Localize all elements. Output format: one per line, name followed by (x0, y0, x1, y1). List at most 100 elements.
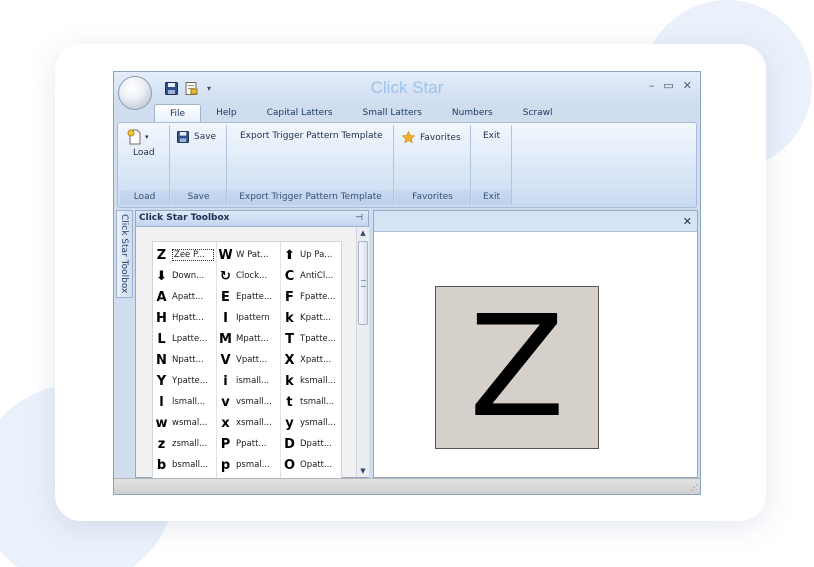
ribbon-group-favorites: Favorites Favorites (395, 125, 471, 205)
pattern-item[interactable]: L Lpatte... (153, 329, 215, 349)
tab-capital-latters[interactable]: Capital Latters (252, 104, 348, 123)
pattern-preview: Z (435, 286, 599, 449)
pattern-item[interactable]: t tsmall... (281, 392, 341, 412)
pattern-item[interactable]: E Epatte... (217, 287, 279, 307)
pattern-item[interactable]: x xsmall... (217, 413, 279, 433)
pattern-item[interactable]: ⬇ Down... (153, 266, 215, 286)
application-orb-button[interactable] (118, 76, 152, 110)
pattern-glyph-icon: M (219, 331, 232, 347)
pattern-label: Ypatte... (172, 376, 208, 386)
minimize-button[interactable]: – (649, 79, 655, 92)
pattern-glyph-icon: F (285, 289, 294, 305)
pattern-glyph-icon: I (223, 310, 228, 326)
pattern-item[interactable]: H Hpatt... (153, 308, 215, 328)
toolbox-side-tab[interactable]: Click Star Toolbox (116, 210, 133, 298)
pattern-label: Down... (172, 271, 205, 281)
document-header: ✕ (374, 211, 697, 232)
pattern-item[interactable]: O Opatt... (281, 455, 341, 475)
pattern-item[interactable]: k Kpatt... (281, 308, 341, 328)
pattern-item[interactable]: l lsmall... (153, 392, 215, 412)
pattern-item[interactable]: Y Ypatte... (153, 371, 215, 391)
group-caption-export: Export Trigger Pattern Template (228, 190, 393, 205)
pattern-glyph-icon: z (157, 436, 166, 452)
pin-icon[interactable]: ⊣ (355, 213, 363, 223)
group-caption-exit: Exit (472, 190, 511, 205)
pattern-glyph-icon: t (286, 394, 293, 410)
pattern-label: Xpatt... (300, 355, 332, 365)
pattern-glyph-icon: Z (156, 247, 167, 263)
pattern-item[interactable]: k ksmall... (281, 371, 341, 391)
load-button[interactable]: ▾ Load (127, 129, 155, 158)
pattern-item[interactable]: C AntiCl... (281, 266, 341, 286)
pattern-item[interactable]: Z Zee P... (153, 245, 215, 265)
status-bar: ⋰ (114, 478, 700, 494)
favorites-button[interactable]: Favorites (402, 131, 461, 144)
pattern-glyph-icon: ⬇ (156, 268, 167, 284)
toolbox-panel-header: Click Star Toolbox ⊣ (136, 211, 368, 227)
pattern-item[interactable]: V Vpatt... (217, 350, 279, 370)
pattern-glyph-icon: X (284, 352, 295, 368)
exit-button-label: Exit (483, 131, 501, 141)
pattern-item[interactable]: v vsmall... (217, 392, 279, 412)
export-trigger-pattern-template-button[interactable]: Export Trigger Pattern Template (240, 131, 383, 141)
pattern-item[interactable]: ↻ Clock... (217, 266, 279, 286)
scroll-up-arrow[interactable]: ▲ (357, 227, 369, 239)
pattern-item[interactable]: b bsmall... (153, 455, 215, 475)
pattern-item[interactable]: WW Pat... (217, 245, 279, 265)
pattern-item[interactable]: ⬆ Up Pa... (281, 245, 341, 265)
tab-scrawl[interactable]: Scrawl (508, 104, 568, 123)
pattern-label: ysmall... (300, 418, 336, 428)
tab-numbers[interactable]: Numbers (437, 104, 508, 123)
pattern-label: Dpatt... (300, 439, 332, 449)
pattern-label: Zee P... (172, 249, 214, 261)
app-title: Click Star (370, 78, 444, 97)
maximize-button[interactable]: ▭ (663, 79, 673, 92)
pattern-column: WW Pat... ↻ Clock... E Epatte... I Ipattern M Mp… (217, 242, 281, 478)
window-controls: – ▭ ✕ (649, 79, 692, 92)
scroll-thumb[interactable] (358, 241, 368, 325)
pattern-label: vsmall... (236, 397, 272, 407)
pattern-item[interactable]: T Tpatte... (281, 329, 341, 349)
document-area: ✕ Z (373, 210, 698, 478)
resize-grip-icon[interactable]: ⋰ (690, 483, 698, 492)
pattern-item[interactable]: X Xpatt... (281, 350, 341, 370)
save-button[interactable]: Save (177, 131, 216, 143)
pattern-item[interactable]: F Fpatte... (281, 287, 341, 307)
pattern-glyph-icon: H (156, 310, 167, 326)
tab-file[interactable]: File (154, 104, 202, 123)
exit-button[interactable]: Exit (483, 131, 500, 141)
pattern-item[interactable]: w wsmal... (153, 413, 215, 433)
pattern-glyph-icon: ⬆ (284, 247, 295, 263)
pattern-item[interactable]: N Npatt... (153, 350, 215, 370)
pattern-label: lsmall... (172, 397, 206, 407)
tab-help[interactable]: Help (201, 104, 252, 123)
pattern-item[interactable]: D Dpatt... (281, 434, 341, 454)
pattern-item[interactable]: P Ppatt... (217, 434, 279, 454)
pattern-glyph-icon: C (284, 268, 295, 284)
close-window-button[interactable]: ✕ (683, 79, 692, 92)
tab-small-latters[interactable]: Small Latters (348, 104, 437, 123)
group-caption-save: Save (171, 190, 226, 205)
new-document-icon (127, 129, 141, 145)
scroll-down-arrow[interactable]: ▼ (357, 465, 369, 477)
toolbox-scrollbar[interactable]: ▲ ▼ (356, 227, 369, 477)
star-icon (402, 131, 415, 144)
ribbon-tabs: File Help Capital Latters Small Latters … (154, 104, 568, 123)
pattern-label: AntiCl... (300, 271, 334, 281)
pattern-item[interactable]: z zsmall... (153, 434, 215, 454)
pattern-glyph-icon: x (221, 415, 230, 431)
pattern-label: Vpatt... (236, 355, 268, 365)
close-icon[interactable]: ✕ (683, 215, 692, 228)
pattern-glyph-icon: T (285, 331, 294, 347)
pattern-item[interactable]: A Apatt... (153, 287, 215, 307)
pattern-glyph-icon: y (285, 415, 294, 431)
pattern-glyph-icon: k (285, 310, 294, 326)
pattern-item[interactable]: I Ipattern (217, 308, 279, 328)
pattern-label: psmal... (236, 460, 270, 470)
pattern-item[interactable]: y ysmall... (281, 413, 341, 433)
pattern-item[interactable]: i ismall... (217, 371, 279, 391)
pattern-label: Ppatt... (236, 439, 267, 449)
pattern-item[interactable]: M Mpatt... (217, 329, 279, 349)
pattern-item[interactable]: p psmal... (217, 455, 279, 475)
pattern-label: zsmall... (172, 439, 208, 449)
